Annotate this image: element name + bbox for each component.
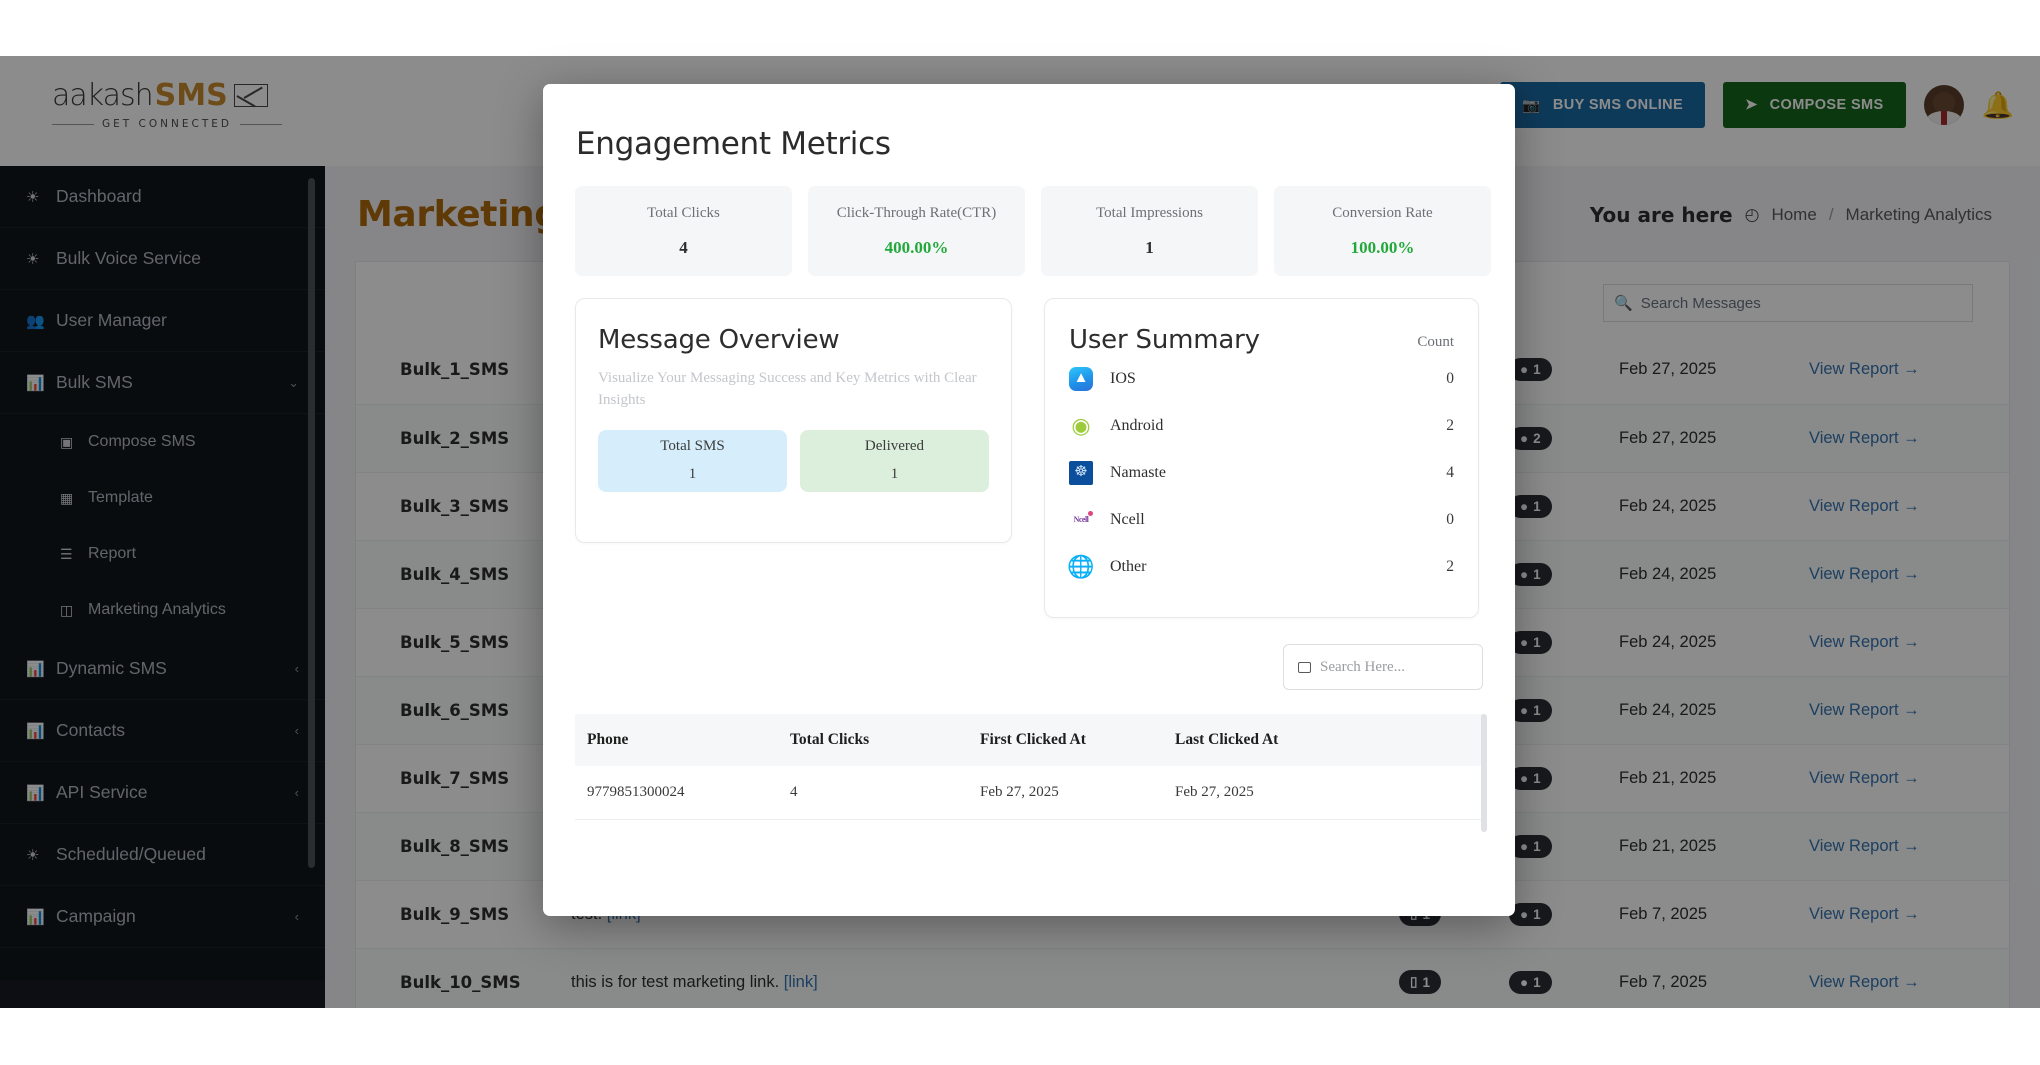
kpi-value: 4: [679, 237, 688, 257]
platform-name: Android: [1110, 416, 1164, 434]
total-sms-value: 1: [688, 466, 697, 482]
kpi-value: 1: [1145, 237, 1154, 257]
platform-name: IOS: [1110, 369, 1136, 387]
kpi-label: Conversion Rate: [1332, 204, 1433, 221]
platform-count: 2: [1446, 416, 1454, 434]
kpi-card: Total Impressions 1: [1041, 186, 1258, 276]
column-header[interactable]: First Clicked At: [980, 714, 1175, 766]
list-item: ☸ Namaste 4: [1069, 449, 1454, 496]
message-overview-panel: Message Overview Visualize Your Messagin…: [575, 298, 1012, 543]
user-summary-list: ▲ IOS 0 ◉ Android 2 ☸ Namaste 4 Ncell Ncell 0 🌐 Other…: [1067, 355, 1454, 590]
platform-count: 4: [1446, 463, 1454, 481]
kpi-card: Conversion Rate 100.00%: [1274, 186, 1491, 276]
modal-search-row: Search Here...: [543, 618, 1515, 690]
engagement-metrics-modal: Engagement Metrics Total Clicks 4 Click-Th…: [543, 84, 1515, 916]
kpi-card: Total Clicks 4: [575, 186, 792, 276]
kpi-value: 100.00%: [1350, 237, 1415, 257]
user-summary-heading: User Summary: [1069, 325, 1260, 355]
last-clicked-cell: Feb 27, 2025: [1175, 766, 1483, 820]
platform-name: Namaste: [1110, 463, 1166, 481]
clicks-header-row: Phone Total Clicks First Clicked At Last Cl…: [575, 714, 1483, 766]
clicks-table-scrollbar[interactable]: [1481, 714, 1487, 832]
clicks-table-body: 9779851300024 4 Feb 27, 2025 Feb 27, 2025: [575, 766, 1483, 820]
kpi-row: Total Clicks 4 Click-Through Rate(CTR) 400.…: [543, 162, 1515, 276]
message-overview-heading: Message Overview: [598, 325, 840, 355]
clicks-table: Phone Total Clicks First Clicked At Last Cl…: [575, 714, 1483, 820]
total-sms-stat: Total SMS 1: [598, 429, 787, 492]
modal-search-input[interactable]: Search Here...: [1283, 644, 1483, 690]
kpi-label: Total Impressions: [1096, 204, 1203, 221]
message-overview-subtitle: Visualize Your Messaging Success and Key…: [598, 370, 977, 408]
square-icon: [1298, 661, 1311, 673]
platform-count: 0: [1446, 369, 1454, 387]
application-root: aakash SMS GET CONNECTED 📷 BUY SMS ONLINE…: [0, 0, 2040, 1065]
platform-count: 0: [1446, 510, 1454, 528]
list-item: ◉ Android 2: [1069, 402, 1454, 449]
first-clicked-cell: Feb 27, 2025: [980, 766, 1175, 820]
list-item: ▲ IOS 0: [1069, 355, 1454, 402]
clicks-table-wrapper: Phone Total Clicks First Clicked At Last Cl…: [575, 714, 1487, 832]
total-clicks-cell: 4: [790, 766, 980, 820]
user-summary-count-header: Count: [1417, 334, 1454, 350]
delivered-stat: Delivered 1: [800, 429, 989, 492]
message-overview-stats: Total SMS 1 Delivered 1: [598, 429, 989, 492]
column-header[interactable]: Total Clicks: [790, 714, 980, 766]
phone-cell: 9779851300024: [575, 766, 790, 820]
kpi-label: Total Clicks: [647, 204, 720, 221]
globe-icon: 🌐: [1067, 553, 1095, 579]
platform-name: Other: [1110, 557, 1147, 575]
page-bottom-strip: [0, 1008, 2040, 1065]
column-header[interactable]: Last Clicked At: [1175, 714, 1483, 766]
delivered-label: Delivered: [864, 438, 925, 454]
platform-name: Ncell: [1110, 510, 1145, 528]
namaste-icon: ☸: [1069, 460, 1093, 485]
kpi-card: Click-Through Rate(CTR) 400.00%: [808, 186, 1025, 276]
modal-search-placeholder: Search Here...: [1320, 658, 1405, 675]
table-row: 9779851300024 4 Feb 27, 2025 Feb 27, 2025: [575, 766, 1483, 820]
list-item: 🌐 Other 2: [1067, 543, 1454, 590]
modal-panels: Message Overview Visualize Your Messagin…: [543, 276, 1515, 618]
ios-icon: ▲: [1069, 366, 1093, 391]
kpi-label: Click-Through Rate(CTR): [836, 204, 997, 221]
list-item: Ncell Ncell 0: [1069, 496, 1454, 543]
total-sms-label: Total SMS: [660, 438, 725, 454]
kpi-value: 400.00%: [884, 237, 949, 257]
clicks-table-head: Phone Total Clicks First Clicked At Last Cl…: [575, 714, 1483, 766]
user-summary-header: User Summary Count: [1069, 325, 1454, 355]
column-header[interactable]: Phone: [575, 714, 790, 766]
modal-title: Engagement Metrics: [576, 126, 891, 162]
android-icon: ◉: [1071, 412, 1091, 438]
platform-count: 2: [1446, 557, 1454, 575]
ncell-icon: Ncell: [1069, 508, 1093, 532]
page-top-strip: [0, 0, 2040, 56]
delivered-value: 1: [890, 466, 899, 482]
user-summary-panel: User Summary Count ▲ IOS 0 ◉ Android 2 ☸ Namast…: [1044, 298, 1479, 618]
